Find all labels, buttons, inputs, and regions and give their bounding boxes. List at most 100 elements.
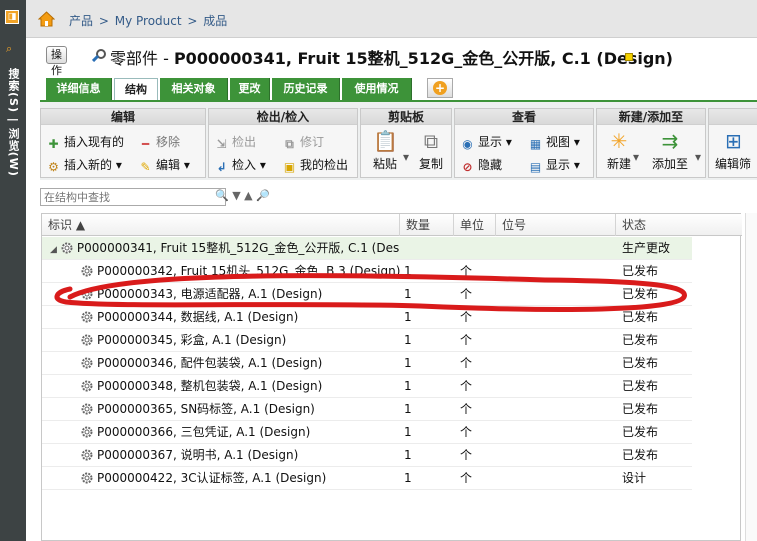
cell-id[interactable]: P000000365, SN码标签, A.1 (Design) xyxy=(80,398,400,421)
hide-button[interactable]: ⊘ 隐藏 xyxy=(461,157,502,174)
tab-details[interactable]: 详细信息 xyxy=(46,78,112,100)
cell-id[interactable]: P000000366, 三包凭证, A.1 (Design) xyxy=(80,421,400,444)
button-label: 隐藏 xyxy=(478,158,503,172)
table-row[interactable]: P000000422, 3C认证标签, A.1 (Design) 1 个 设计 xyxy=(42,467,692,490)
my-checkout-button[interactable]: ▣ 我的检出 xyxy=(283,157,348,174)
table-row-root[interactable]: ◢ P000000341, Fruit 15整机_512G_金色_公开版, C.1… xyxy=(42,237,692,260)
show-button[interactable]: ◉ 显示 ▾ xyxy=(461,134,512,151)
previous-icon[interactable]: ▲ xyxy=(244,189,252,202)
col-header-status[interactable]: 状态 xyxy=(616,214,742,236)
col-header-position[interactable]: 位号 xyxy=(496,214,616,236)
cell-id[interactable]: P000000367, 说明书, A.1 (Design) xyxy=(80,444,400,467)
checkin-button[interactable]: ↲ 检入 ▾ xyxy=(215,157,265,174)
col-header-unit[interactable]: 单位 xyxy=(454,214,496,236)
checkout-button[interactable]: ⇲ 检出 xyxy=(215,134,256,151)
tab-structure[interactable]: 结构 xyxy=(114,78,158,100)
cell-qty: 1 xyxy=(404,402,412,416)
breadcrumb-my-product[interactable]: My Product xyxy=(115,14,182,28)
part-identifier: P000000345, 彩盒, A.1 (Design) xyxy=(97,333,287,347)
edit-filter-button[interactable]: ⊞ 编辑筛 xyxy=(715,129,757,172)
table-row[interactable]: P000000344, 数据线, A.1 (Design) 1 个 已发布 xyxy=(42,306,692,329)
cell-id[interactable]: P000000342, Fruit 15机头_512G_金色, B.3 (Des… xyxy=(80,260,400,283)
expand-toggle-icon[interactable]: ◢ xyxy=(50,245,57,255)
paste-dropdown-icon[interactable]: ▾ xyxy=(403,149,409,165)
sidebar-search-browse-label[interactable]: 搜索(S) | 浏览(W) xyxy=(5,68,21,177)
copy-button[interactable]: ⧉ 复制 xyxy=(411,129,451,172)
tab-changes[interactable]: 更改 xyxy=(230,78,270,100)
part-icon xyxy=(80,264,97,278)
display-button[interactable]: ▤ 显示 ▾ xyxy=(529,157,580,174)
col-header-qty[interactable]: 数量 xyxy=(400,214,454,236)
breadcrumb-finished-goods[interactable]: 成品 xyxy=(203,14,227,28)
home-icon[interactable] xyxy=(38,11,55,27)
cell-status: 已发布 xyxy=(622,356,659,370)
cell-id[interactable]: P000000346, 配件包装袋, A.1 (Design) xyxy=(80,352,400,375)
views-button[interactable]: ▦ 视图 ▾ xyxy=(529,134,580,151)
cell-qty: 1 xyxy=(404,333,412,347)
cell-unit: 个 xyxy=(460,287,473,301)
action-toolbar: 编辑 ✚ 插入现有的 ━ 移除 ⚙ 插入新的 ▾ ✎ 编辑 ▾ 检出/检入 ⇲ 检出 ⧉ 修… xyxy=(40,100,757,180)
table-row[interactable]: P000000367, 说明书, A.1 (Design) 1 个 已发布 xyxy=(42,444,692,467)
button-label: 新建 xyxy=(606,157,631,171)
structure-search-bar: 🔍 ▼ ▲ 🔎 xyxy=(40,185,757,209)
button-label: 检出 xyxy=(232,135,257,149)
revise-button[interactable]: ⧉ 修订 xyxy=(283,134,324,151)
new-dropdown-icon[interactable]: ▾ xyxy=(633,149,639,165)
next-icon[interactable]: ▼ xyxy=(232,189,240,202)
cell-pos xyxy=(502,375,612,398)
tag-icon[interactable] xyxy=(625,53,633,61)
table-row[interactable]: P000000342, Fruit 15机头_512G_金色, B.3 (Des… xyxy=(42,260,692,283)
breadcrumb: 产品 > My Product > 成品 xyxy=(69,12,229,29)
find-icon[interactable]: 🔍 xyxy=(215,189,229,202)
part-icon xyxy=(80,287,97,301)
edit-button[interactable]: ✎ 编辑 ▾ xyxy=(139,157,189,174)
new-button[interactable]: ✳ 新建 xyxy=(601,129,637,172)
search-icon[interactable]: ⌕ xyxy=(6,42,12,56)
copy-icon: ⧉ xyxy=(423,129,439,153)
remove-button[interactable]: ━ 移除 xyxy=(139,134,180,151)
cell-id[interactable]: P000000344, 数据线, A.1 (Design) xyxy=(80,306,400,329)
part-icon xyxy=(80,379,97,393)
button-label: 插入现有的 xyxy=(64,135,125,149)
cell-qty xyxy=(404,237,454,260)
part-identifier: P000000346, 配件包装袋, A.1 (Design) xyxy=(97,356,323,370)
table-row[interactable]: P000000366, 三包凭证, A.1 (Design) 1 个 已发布 xyxy=(42,421,692,444)
table-row[interactable]: P000000365, SN码标签, A.1 (Design) 1 个 已发布 xyxy=(42,398,692,421)
cell-id[interactable]: ◢ P000000341, Fruit 15整机_512G_金色_公开版, C.1… xyxy=(50,237,400,260)
cell-id[interactable]: P000000345, 彩盒, A.1 (Design) xyxy=(80,329,400,352)
table-row[interactable]: P000000345, 彩盒, A.1 (Design) 1 个 已发布 xyxy=(42,329,692,352)
pencil-icon: ✎ xyxy=(140,160,151,174)
button-label: 移除 xyxy=(156,135,181,149)
tab-history[interactable]: 历史记录 xyxy=(272,78,340,100)
cell-pos xyxy=(502,306,612,329)
actions-menu-button[interactable]: 操作▾ xyxy=(46,46,67,93)
paste-button[interactable]: 📋 粘贴 xyxy=(365,129,405,172)
sidebar-toggle-icon[interactable]: ◨ xyxy=(5,10,19,24)
breadcrumb-product[interactable]: 产品 xyxy=(69,14,93,28)
table-row[interactable]: P000000343, 电源适配器, A.1 (Design) 1 个 已发布 xyxy=(42,283,692,306)
vertical-scrollbar[interactable] xyxy=(745,213,757,541)
cell-unit: 个 xyxy=(460,264,473,278)
tab-related-objects[interactable]: 相关对象 xyxy=(160,78,228,100)
find-all-icon[interactable]: 🔎 xyxy=(256,189,270,202)
cell-qty: 1 xyxy=(404,379,412,393)
tab-usage[interactable]: 使用情况 xyxy=(342,78,412,100)
table-row[interactable]: P000000346, 配件包装袋, A.1 (Design) 1 个 已发布 xyxy=(42,352,692,375)
part-icon xyxy=(80,333,97,347)
button-label: 我的检出 xyxy=(300,158,349,172)
cell-id[interactable]: P000000343, 电源适配器, A.1 (Design) xyxy=(80,283,400,306)
part-identifier: P000000365, SN码标签, A.1 (Design) xyxy=(97,402,315,416)
insert-existing-button[interactable]: ✚ 插入现有的 xyxy=(47,134,124,151)
table-row[interactable]: P000000348, 整机包装袋, A.1 (Design) 1 个 已发布 xyxy=(42,375,692,398)
structure-search-input[interactable] xyxy=(40,188,226,206)
col-header-id[interactable]: 标识 ▲ xyxy=(42,214,400,236)
add-tab-button[interactable]: + xyxy=(427,78,453,98)
cell-id[interactable]: P000000348, 整机包装袋, A.1 (Design) xyxy=(80,375,400,398)
part-icon xyxy=(80,471,97,485)
button-label: 复制 xyxy=(418,157,443,171)
cell-status: 设计 xyxy=(622,471,647,485)
add-to-dropdown-icon[interactable]: ▾ xyxy=(695,149,701,165)
cell-id[interactable]: P000000422, 3C认证标签, A.1 (Design) xyxy=(80,467,400,490)
add-to-button[interactable]: ⇉ 添加至 xyxy=(645,129,695,172)
insert-new-button[interactable]: ⚙ 插入新的 ▾ xyxy=(47,157,122,174)
